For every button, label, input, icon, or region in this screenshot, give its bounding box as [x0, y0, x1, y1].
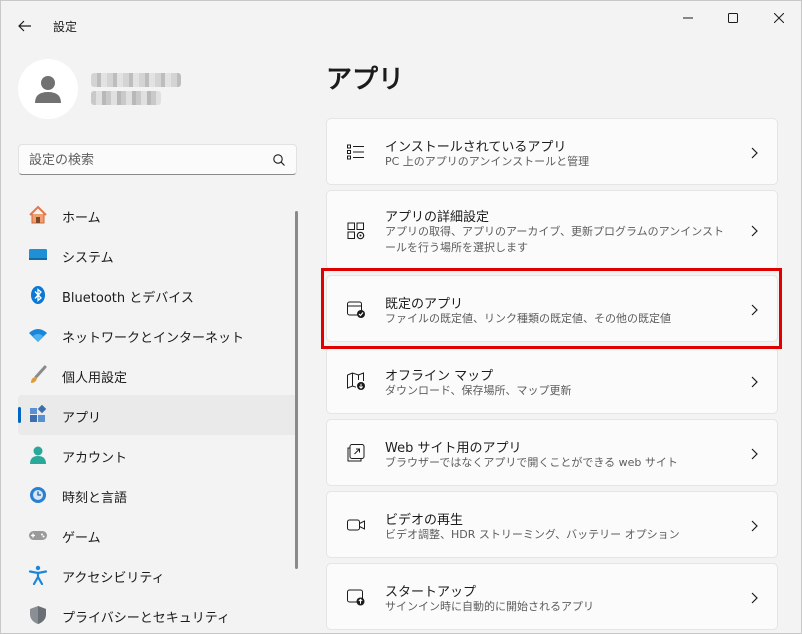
sidebar-nav: ホーム システム Bluetooth とデバイス ネットワークとインターネット …: [18, 195, 297, 633]
video-camera-icon: [345, 514, 367, 536]
card-title: Web サイト用のアプリ: [385, 441, 522, 456]
card-description: ブラウザーではなくアプリで開くことができる web サイト: [385, 456, 678, 469]
installed-apps-icon: [345, 141, 367, 163]
sidebar-item-network[interactable]: ネットワークとインターネット: [18, 315, 297, 355]
window-title: 設定: [53, 20, 78, 34]
card-installed-apps[interactable]: インストールされているアプリ PC 上のアプリのアンインストールと管理: [326, 118, 778, 185]
account-icon: [28, 445, 48, 465]
user-avatar-icon: [35, 76, 61, 103]
card-startup[interactable]: スタートアップ サインイン時に自動的に開始されるアプリ: [326, 563, 778, 630]
sidebar-scrollbar[interactable]: [295, 211, 298, 569]
clock-globe-icon: [28, 485, 48, 505]
sidebar-item-bluetooth[interactable]: Bluetooth とデバイス: [18, 275, 297, 315]
card-title: アプリの詳細設定: [385, 210, 490, 225]
sidebar-item-label: プライバシーとセキュリティ: [62, 611, 230, 626]
gamepad-icon: [28, 525, 48, 545]
chevron-right-icon: [751, 225, 758, 237]
card-description: アプリの取得、アプリのアーカイブ、更新プログラムのアンインストールを行う場所を選…: [385, 225, 725, 254]
card-default-apps[interactable]: 既定のアプリ ファイルの既定値、リンク種類の既定値、その他の既定値: [326, 275, 778, 342]
card-video-playback[interactable]: ビデオの再生 ビデオ調整、HDR ストリーミング、バッテリー オプション: [326, 491, 778, 558]
close-icon: [774, 13, 784, 23]
close-button[interactable]: [764, 7, 794, 29]
chevron-right-icon: [751, 147, 758, 159]
sidebar-item-label: アカウント: [62, 451, 128, 466]
card-title: スタートアップ: [385, 585, 477, 600]
card-title: オフライン マップ: [385, 369, 494, 384]
offline-maps-icon: [345, 370, 367, 392]
card-description: ダウンロード、保存場所、マップ更新: [385, 384, 572, 397]
wifi-icon: [28, 325, 48, 345]
sidebar-item-personalization[interactable]: 個人用設定: [18, 355, 297, 395]
system-icon: [28, 245, 48, 265]
card-title: インストールされているアプリ: [385, 140, 567, 155]
accessibility-icon: [28, 565, 48, 585]
sidebar-item-label: Bluetooth とデバイス: [62, 291, 194, 306]
sidebar-item-label: システム: [62, 251, 114, 266]
default-apps-icon: [345, 298, 367, 320]
title-bar: 設定: [1, 1, 801, 49]
maximize-button[interactable]: [718, 7, 748, 29]
sidebar-item-accessibility[interactable]: アクセシビリティ: [18, 555, 297, 595]
sidebar-item-accounts[interactable]: アカウント: [18, 435, 297, 475]
maximize-icon: [728, 13, 738, 23]
card-title: 既定のアプリ: [385, 297, 464, 312]
startup-icon: [345, 586, 367, 608]
settings-window: 設定 ホーム: [0, 0, 802, 634]
sidebar-item-label: アクセシビリティ: [62, 571, 165, 586]
page-title: アプリ: [326, 65, 405, 95]
selection-indicator: [18, 407, 21, 423]
card-description: サインイン時に自動的に開始されるアプリ: [385, 600, 594, 613]
sidebar-item-home[interactable]: ホーム: [18, 195, 297, 235]
apps-for-websites-icon: [345, 442, 367, 464]
advanced-app-settings-icon: [345, 220, 367, 242]
minimize-icon: [683, 17, 693, 19]
shield-icon: [28, 605, 48, 625]
card-description: ビデオ調整、HDR ストリーミング、バッテリー オプション: [385, 528, 680, 541]
sidebar-item-label: 時刻と言語: [62, 491, 128, 506]
search-box[interactable]: [18, 144, 297, 175]
card-title: ビデオの再生: [385, 513, 464, 528]
card-advanced-app-settings[interactable]: アプリの詳細設定 アプリの取得、アプリのアーカイブ、更新プログラムのアンインスト…: [326, 190, 778, 270]
home-icon: [28, 205, 48, 225]
avatar[interactable]: [18, 59, 78, 119]
sidebar-item-gaming[interactable]: ゲーム: [18, 515, 297, 555]
profile-name-blurred: [91, 71, 187, 111]
chevron-right-icon: [751, 448, 758, 460]
chevron-right-icon: [751, 376, 758, 388]
card-offline-maps[interactable]: オフライン マップ ダウンロード、保存場所、マップ更新: [326, 347, 778, 414]
search-icon[interactable]: [272, 153, 286, 167]
back-button[interactable]: [11, 13, 39, 39]
sidebar-item-apps[interactable]: アプリ: [18, 395, 297, 435]
sidebar-item-label: ネットワークとインターネット: [62, 331, 245, 346]
sidebar-item-privacy[interactable]: プライバシーとセキュリティ: [18, 595, 297, 633]
sidebar-item-time-language[interactable]: 時刻と言語: [18, 475, 297, 515]
sidebar-item-label: ゲーム: [62, 531, 101, 546]
apps-icon: [28, 405, 48, 425]
sidebar-item-label: 個人用設定: [62, 371, 128, 386]
chevron-right-icon: [751, 304, 758, 316]
chevron-right-icon: [751, 592, 758, 604]
brush-icon: [28, 365, 48, 385]
sidebar-item-label: アプリ: [62, 411, 102, 426]
card-description: ファイルの既定値、リンク種類の既定値、その他の既定値: [385, 312, 671, 325]
sidebar-item-label: ホーム: [62, 211, 101, 226]
minimize-button[interactable]: [673, 7, 703, 29]
bluetooth-icon: [28, 285, 48, 305]
sidebar-item-system[interactable]: システム: [18, 235, 297, 275]
card-description: PC 上のアプリのアンインストールと管理: [385, 155, 590, 168]
chevron-right-icon: [751, 520, 758, 532]
search-input[interactable]: [29, 151, 269, 169]
back-arrow-icon: [18, 20, 31, 32]
card-apps-for-websites[interactable]: Web サイト用のアプリ ブラウザーではなくアプリで開くことができる web サ…: [326, 419, 778, 486]
